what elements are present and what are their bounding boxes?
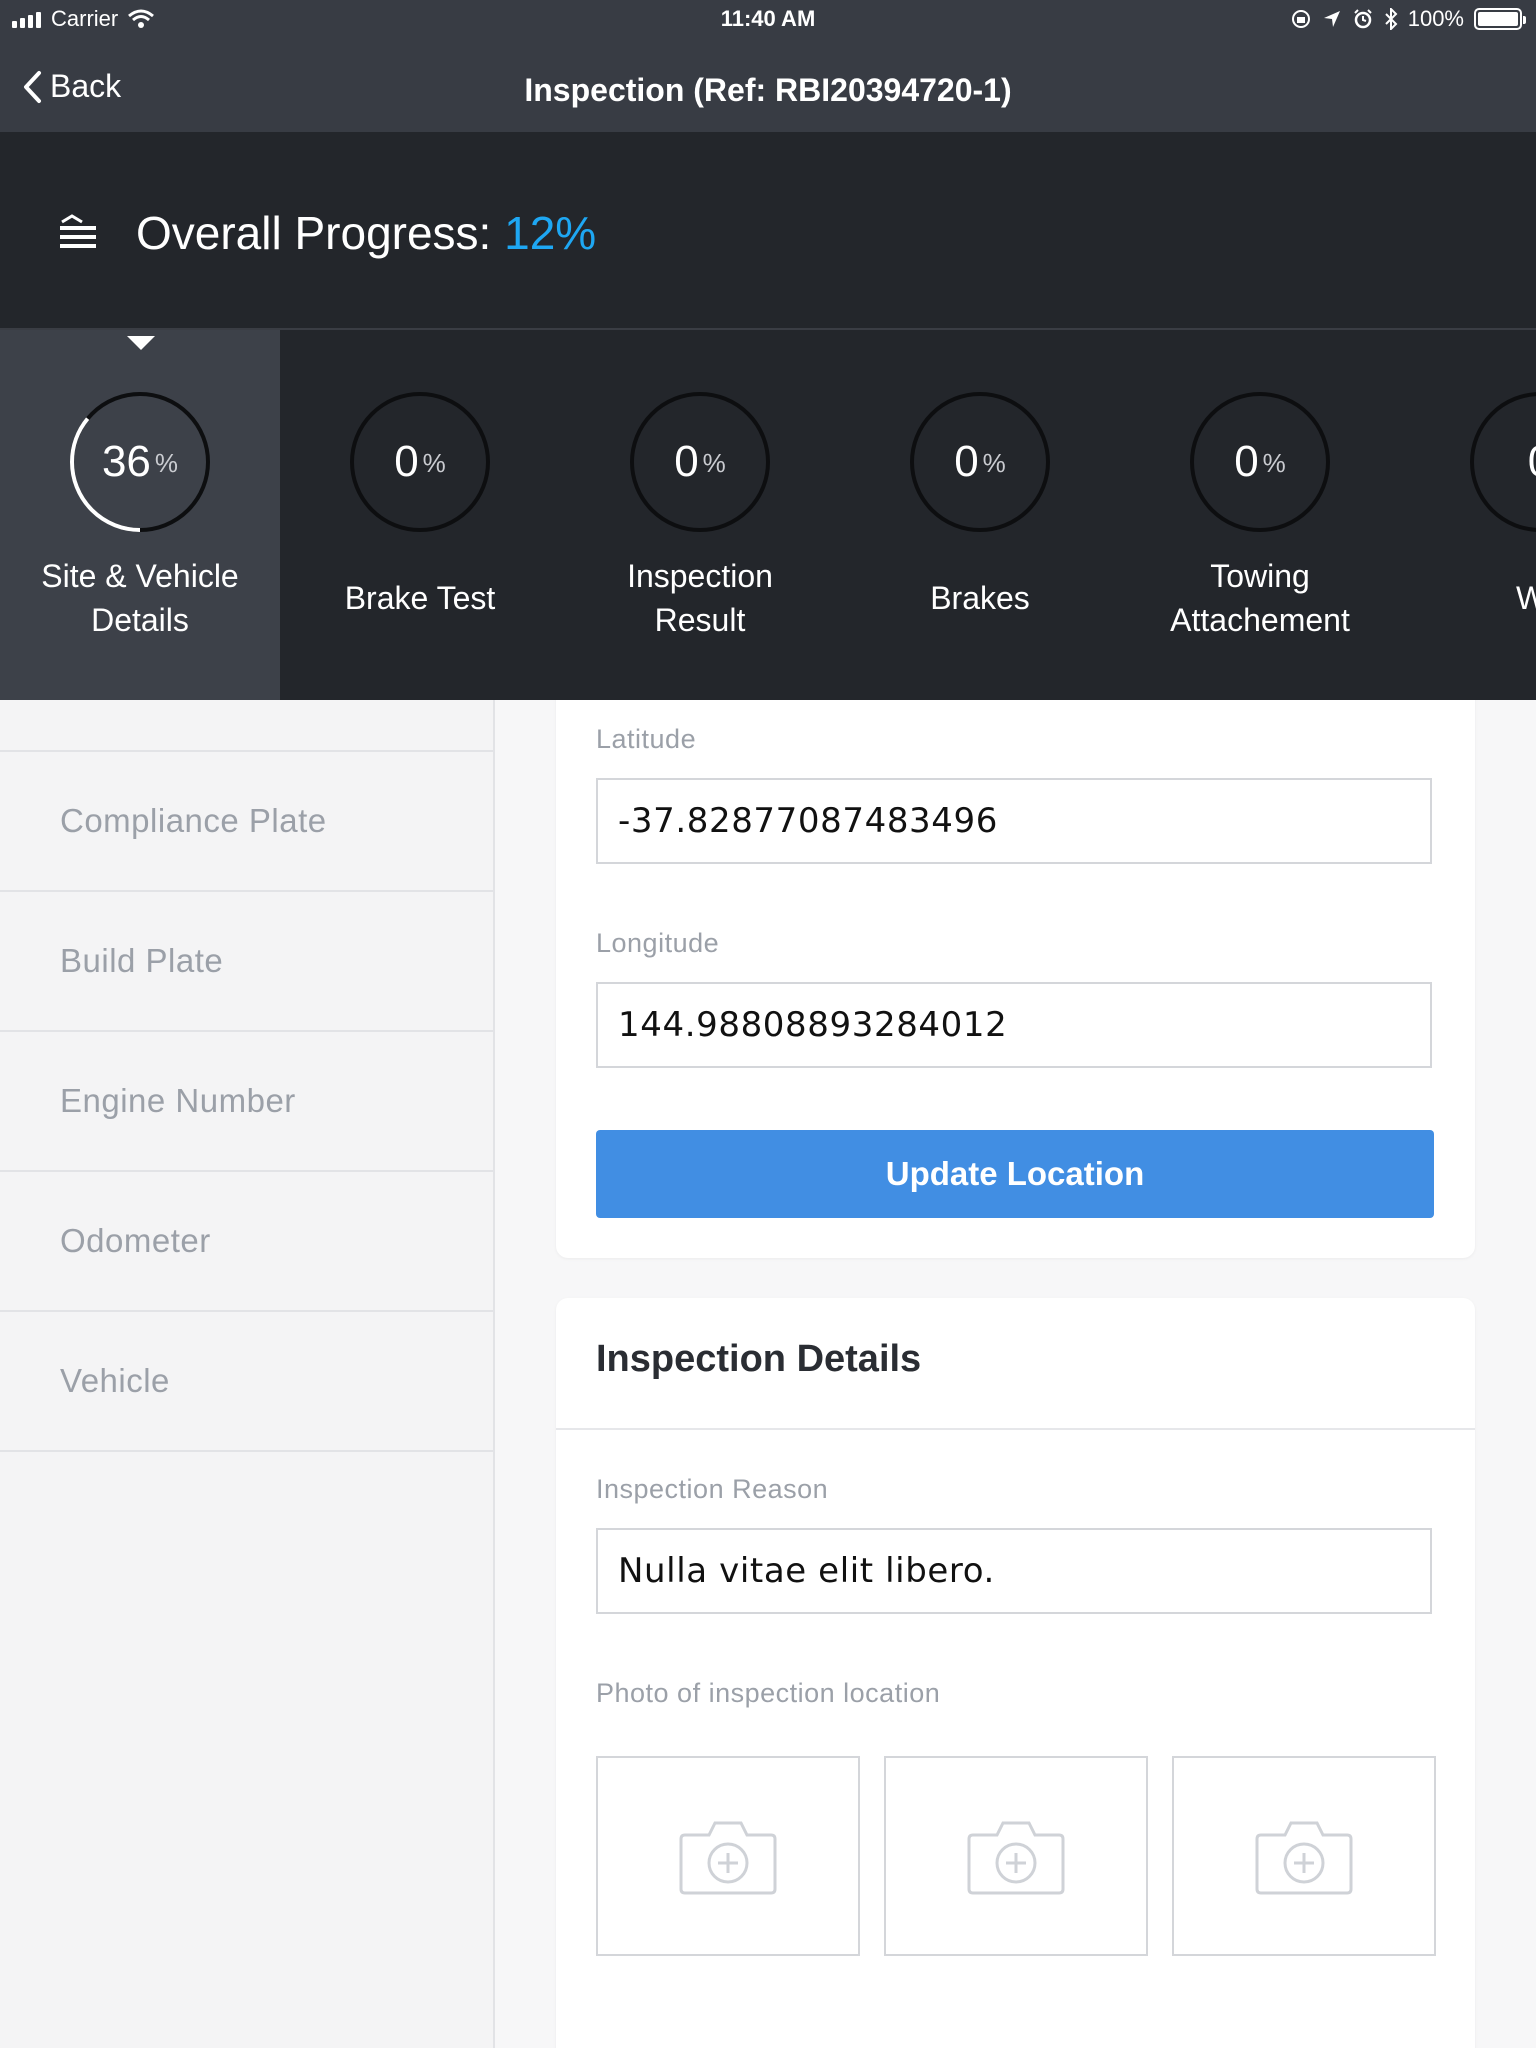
section-label: Brakes bbox=[840, 548, 1120, 648]
sidebar-item-label: Engine Number bbox=[60, 1082, 296, 1119]
section-label: Wh bbox=[1400, 548, 1536, 648]
inspection-details-card: Inspection Details Inspection Reason Nul… bbox=[556, 1298, 1475, 2048]
bluetooth-icon bbox=[1385, 8, 1398, 30]
status-bar: Carrier 11:40 AM 100% bbox=[0, 0, 1536, 40]
section-percent-value: 0 bbox=[1234, 437, 1259, 486]
section-label: Brake Test bbox=[280, 548, 560, 648]
camera-add-icon bbox=[967, 1821, 1065, 1895]
section-percent: 36% bbox=[70, 392, 210, 532]
battery-icon bbox=[1474, 8, 1526, 30]
rotation-lock-icon bbox=[1291, 10, 1310, 28]
section-tab-0[interactable]: 36% Site & Vehicle Details bbox=[0, 330, 280, 700]
section-percent-unit: % bbox=[422, 447, 446, 478]
main-content: Latitude -37.82877087483496 Longitude 14… bbox=[495, 700, 1536, 2048]
page-title: Inspection (Ref: RBI20394720-1) bbox=[524, 72, 1012, 108]
section-percent-unit: % bbox=[982, 447, 1006, 478]
section-tab-4[interactable]: 0% Towing Attachement bbox=[1120, 330, 1400, 700]
status-bar-right: 100% bbox=[1290, 6, 1526, 32]
section-tab-1[interactable]: 0% Brake Test bbox=[280, 330, 560, 700]
sidebar-item-partial bbox=[0, 700, 493, 752]
overall-progress-title: Overall Progress: 12% bbox=[136, 206, 596, 260]
sidebar-item-label: Odometer bbox=[60, 1222, 211, 1259]
section-percent-value: 36 bbox=[101, 437, 151, 486]
section-percent-value: 0 bbox=[954, 437, 979, 486]
section-tab-2[interactable]: 0% Inspection Result bbox=[560, 330, 840, 700]
update-location-button[interactable]: Update Location bbox=[596, 1130, 1434, 1218]
section-percent-unit: % bbox=[702, 447, 726, 478]
section-percent-value: 0 bbox=[674, 437, 699, 486]
section-label-line2: Details bbox=[91, 602, 189, 638]
camera-add-icon bbox=[679, 1821, 777, 1895]
inspection-details-title: Inspection Details bbox=[596, 1338, 922, 1380]
section-label-line2: Result bbox=[654, 602, 746, 638]
section-tab-3[interactable]: 0% Brakes bbox=[840, 330, 1120, 700]
sidebar-item-compliance-plate[interactable]: Compliance Plate bbox=[0, 752, 493, 892]
section-percent-unit: % bbox=[1262, 447, 1286, 478]
sidebar-item-vehicle[interactable]: Vehicle bbox=[0, 1312, 493, 1452]
section-label-line1: Wh bbox=[1516, 580, 1536, 616]
longitude-input[interactable]: 144.98808893284012 bbox=[596, 982, 1432, 1068]
section-percent: 0% bbox=[350, 392, 490, 532]
sidebar-item-label: Build Plate bbox=[60, 942, 224, 979]
photo-slot-1[interactable] bbox=[596, 1756, 860, 1956]
section-percent-value: 0 bbox=[394, 437, 419, 486]
section-percent: 0% bbox=[630, 392, 770, 532]
sidebar-item-label: Vehicle bbox=[60, 1362, 170, 1399]
card-divider bbox=[556, 1428, 1475, 1430]
section-percent-unit: % bbox=[154, 447, 179, 478]
battery-percent: 100% bbox=[1407, 6, 1464, 31]
photo-label: Photo of inspection location bbox=[596, 1678, 941, 1708]
location-arrow-icon bbox=[1323, 11, 1340, 27]
photo-slot-2[interactable] bbox=[884, 1756, 1148, 1956]
section-tab-5[interactable]: 0 Wh bbox=[1400, 330, 1536, 700]
inspection-reason-label: Inspection Reason bbox=[596, 1474, 829, 1504]
section-label-line1: Brakes bbox=[930, 580, 1030, 616]
section-label-line1: Site & Vehicle bbox=[41, 558, 239, 594]
section-percent-value: 0 bbox=[1528, 437, 1536, 487]
location-card: Latitude -37.82877087483496 Longitude 14… bbox=[556, 700, 1475, 1258]
section-label: Inspection Result bbox=[560, 548, 840, 648]
section-label: Towing Attachement bbox=[1120, 548, 1400, 648]
section-label: Site & Vehicle Details bbox=[0, 548, 280, 648]
alarm-icon bbox=[1354, 9, 1372, 29]
longitude-label: Longitude bbox=[596, 928, 720, 958]
active-caret-icon bbox=[127, 336, 155, 350]
overall-progress-label: Overall Progress: bbox=[136, 207, 492, 259]
inspection-reason-input[interactable]: Nulla vitae elit libero. bbox=[596, 1528, 1432, 1614]
section-percent: 0 bbox=[1470, 392, 1536, 532]
camera-add-icon bbox=[1255, 1821, 1353, 1895]
section-label-line1: Inspection bbox=[627, 558, 773, 594]
navigation-bar: Back Inspection (Ref: RBI20394720-1) bbox=[0, 40, 1536, 132]
sidebar-item-odometer[interactable]: Odometer bbox=[0, 1172, 493, 1312]
latitude-label: Latitude bbox=[596, 724, 697, 754]
section-label-line1: Brake Test bbox=[344, 580, 496, 616]
collapse-menu-icon[interactable] bbox=[60, 214, 96, 248]
photo-slot-3[interactable] bbox=[1172, 1756, 1436, 1956]
overall-progress-value: 12% bbox=[504, 207, 597, 259]
section-label-line1: Towing bbox=[1210, 558, 1310, 594]
sidebar: Compliance Plate Build Plate Engine Numb… bbox=[0, 700, 495, 2048]
section-progress-strip: 36% Site & Vehicle Details 0% Brake Test 0% In… bbox=[0, 330, 1536, 700]
overall-progress-header: Overall Progress: 12% bbox=[0, 132, 1536, 330]
sidebar-item-build-plate[interactable]: Build Plate bbox=[0, 892, 493, 1032]
section-percent: 0% bbox=[910, 392, 1050, 532]
latitude-input[interactable]: -37.82877087483496 bbox=[596, 778, 1432, 864]
sidebar-item-engine-number[interactable]: Engine Number bbox=[0, 1032, 493, 1172]
sidebar-item-label: Compliance Plate bbox=[60, 802, 327, 839]
section-percent: 0% bbox=[1190, 392, 1330, 532]
section-label-line2: Attachement bbox=[1170, 602, 1350, 638]
